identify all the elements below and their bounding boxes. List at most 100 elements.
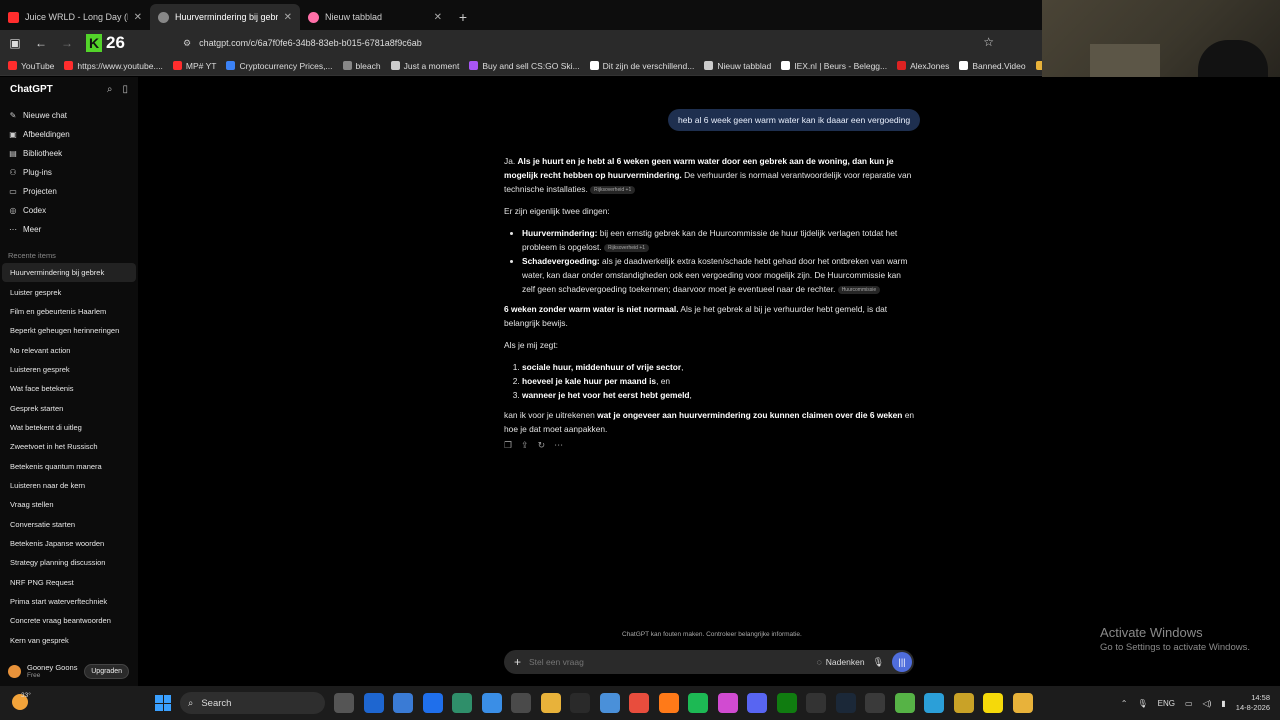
more-options-icon[interactable]: ⋯: [554, 440, 563, 451]
taskbar-app-icon[interactable]: [363, 693, 384, 713]
recent-chat-item[interactable]: Luisteren gesprek: [2, 360, 136, 379]
microphone-icon[interactable]: 🎙: [873, 657, 884, 668]
copy-icon[interactable]: ❐: [504, 440, 512, 451]
taskbar-app-icon[interactable]: [894, 693, 915, 713]
user-profile[interactable]: Gooney Goons Free Upgraden: [0, 656, 138, 686]
bookmark-item[interactable]: bleach: [342, 61, 381, 71]
close-tab-icon[interactable]: ✕: [434, 12, 442, 23]
taskbar-app-icon[interactable]: [570, 693, 590, 713]
browser-tab-youtube[interactable]: Juice WRLD - Long Day (La ✕: [0, 4, 150, 30]
taskbar-app-icon[interactable]: [835, 693, 856, 713]
recent-chat-item[interactable]: Beperkt geheugen herinneringen: [2, 321, 136, 340]
chat-input[interactable]: [529, 657, 809, 667]
taskbar-app-icon[interactable]: [1012, 693, 1033, 713]
regenerate-icon[interactable]: ↻: [538, 440, 546, 451]
taskbar-app-icon[interactable]: [452, 693, 472, 713]
source-chip[interactable]: Rijksoverheid +1: [603, 243, 650, 252]
start-button[interactable]: [155, 695, 171, 711]
forward-icon[interactable]: →: [60, 36, 74, 50]
attach-plus-icon[interactable]: +: [514, 655, 521, 669]
taskbar-app-icon[interactable]: [540, 693, 561, 713]
taskbar-app-icon[interactable]: [422, 693, 443, 713]
taskbar-app-icon[interactable]: [747, 693, 767, 713]
site-info-icon[interactable]: ⚙: [183, 38, 191, 49]
taskbar-app-icon[interactable]: [481, 693, 502, 713]
bookmark-item[interactable]: Cryptocurrency Prices,...: [226, 61, 333, 71]
recent-chat-item[interactable]: Conversatie starten: [2, 514, 136, 533]
recent-chat-item[interactable]: Luister gesprek: [2, 282, 136, 301]
recent-chat-item[interactable]: Film en gebeurtenis Haarlem: [2, 302, 136, 321]
collapse-sidebar-icon[interactable]: ▯: [122, 84, 128, 95]
bookmark-item[interactable]: Just a moment: [390, 61, 459, 71]
sidebar-item-afbeeldingen[interactable]: ▣ Afbeeldingen: [0, 125, 138, 144]
source-chip[interactable]: Rijksoverheid +1: [590, 185, 636, 194]
close-tab-icon[interactable]: ✕: [284, 12, 292, 23]
recent-chat-item[interactable]: Betekenis Japanse woorden: [2, 534, 136, 553]
back-icon[interactable]: ←: [34, 36, 48, 50]
taskbar-app-icon[interactable]: [393, 693, 413, 713]
recent-chat-item[interactable]: Betekenis quantum manera: [2, 456, 136, 475]
taskbar-app-icon[interactable]: [658, 693, 679, 713]
recent-chat-item[interactable]: Zweetvoet in het Russisch: [2, 437, 136, 456]
extension-badge[interactable]: K 26: [86, 33, 125, 53]
recent-chat-item[interactable]: No relevant action: [2, 340, 136, 359]
bookmark-item[interactable]: Buy and sell CS:GO Ski...: [469, 61, 580, 71]
bookmark-item[interactable]: https://www.youtube....: [64, 61, 163, 71]
share-icon[interactable]: ⇪: [521, 440, 529, 451]
recent-chat-item[interactable]: Gesprek starten: [2, 398, 136, 417]
think-toggle[interactable]: ◌ Nadenken: [817, 657, 865, 667]
voice-mode-button[interactable]: |||: [892, 652, 912, 672]
recent-chat-item[interactable]: Kern van gesprek: [2, 631, 136, 650]
recent-chat-item[interactable]: Wat face betekenis: [2, 379, 136, 398]
url-field[interactable]: ⚙ chatgpt.com/c/6a7f0fe6-34b8-83eb-b015-…: [175, 32, 1005, 54]
sidebar-item-nieuwe-chat[interactable]: ✎ Nieuwe chat: [0, 106, 138, 125]
close-tab-icon[interactable]: ✕: [134, 12, 142, 23]
bookmark-item[interactable]: AlexJones: [897, 61, 949, 71]
taskbar-app-icon[interactable]: [865, 693, 885, 713]
source-chip[interactable]: Huurcommissie: [837, 285, 881, 294]
sidebar-item-meer[interactable]: ⋯ Meer: [0, 220, 138, 239]
sidebar-item-plug-ins[interactable]: ⚇ Plug-ins: [0, 163, 138, 182]
recent-chat-item[interactable]: Luisteren naar de kern: [2, 476, 136, 495]
taskbar-app-icon[interactable]: [983, 693, 1003, 713]
sidebar-item-bibliotheek[interactable]: ▤ Bibliotheek: [0, 144, 138, 163]
clock[interactable]: 14:58 14-8-2026: [1236, 693, 1270, 713]
new-tab-button[interactable]: +: [450, 9, 476, 25]
chevron-up-icon[interactable]: ⌃: [1121, 699, 1128, 708]
taskbar-app-icon[interactable]: [776, 693, 797, 713]
browser-tab-newtab[interactable]: Nieuw tabblad ✕: [300, 4, 450, 30]
recent-chat-item[interactable]: Prima start waterverftechniek: [2, 592, 136, 611]
bookmark-star-icon[interactable]: ☆: [983, 35, 994, 49]
volume-icon[interactable]: ◁): [1203, 699, 1212, 708]
taskbar-app-icon[interactable]: [334, 693, 354, 713]
recent-chat-item[interactable]: NRF PNG Request: [2, 573, 136, 592]
taskbar-app-icon[interactable]: [629, 693, 649, 713]
sidebar-toggle-icon[interactable]: ▣: [8, 36, 22, 50]
browser-tab-chatgpt[interactable]: Huurvermindering bij gebrek ✕: [150, 4, 300, 30]
taskbar-app-icon[interactable]: [599, 693, 620, 713]
taskbar-app-icon[interactable]: [953, 693, 974, 713]
battery-icon[interactable]: ▮: [1221, 699, 1225, 708]
microphone-icon[interactable]: 🎙: [1138, 699, 1148, 708]
bookmark-item[interactable]: IEX.nl | Beurs - Belegg...: [781, 61, 887, 71]
bookmark-item[interactable]: MP# YT: [172, 61, 216, 71]
sidebar-item-codex[interactable]: ◎ Codex: [0, 201, 138, 220]
search-icon[interactable]: ⌕: [107, 84, 113, 95]
taskbar-app-icon[interactable]: [717, 693, 738, 713]
bookmark-item[interactable]: Dit zijn de verschillend...: [589, 61, 694, 71]
language-indicator[interactable]: ENG: [1158, 699, 1175, 708]
bookmark-item[interactable]: Nieuw tabblad: [704, 61, 771, 71]
taskbar-search[interactable]: ⌕ Search: [180, 692, 325, 714]
recent-chat-item[interactable]: Huurvermindering bij gebrek: [2, 263, 136, 283]
bookmark-item[interactable]: YouTube: [8, 61, 54, 71]
recent-chat-item[interactable]: Strategy planning discussion: [2, 553, 136, 572]
recent-chat-item[interactable]: Wat betekent di uitleg: [2, 418, 136, 437]
bookmark-item[interactable]: Banned.Video: [959, 61, 1026, 71]
network-icon[interactable]: ▭: [1185, 699, 1193, 708]
sidebar-item-projecten[interactable]: ▭ Projecten: [0, 182, 138, 201]
taskbar-app-icon[interactable]: [806, 693, 826, 713]
upgrade-button[interactable]: Upgraden: [84, 663, 129, 679]
taskbar-app-icon[interactable]: [688, 693, 708, 713]
recent-chat-item[interactable]: Concrete vraag beantwoorden: [2, 611, 136, 630]
taskbar-app-icon[interactable]: [511, 693, 531, 713]
